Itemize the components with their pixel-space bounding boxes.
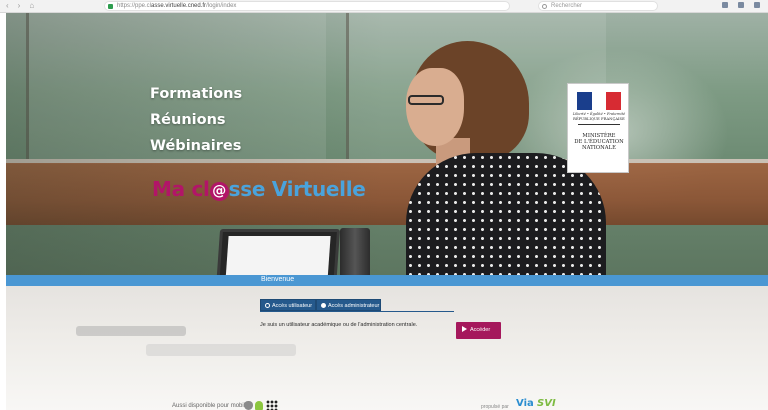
hero-line-reunions: Réunions (150, 112, 226, 128)
laptop-image (215, 229, 341, 275)
download-icon[interactable] (722, 2, 728, 8)
hero-line-webinaires: Wébinaires (150, 138, 242, 154)
mobile-availability-text: Aussi disponible pour mobile (172, 403, 249, 409)
address-text: https://ppe.classe.virtuelle.cned.fr/log… (117, 3, 237, 9)
home-icon[interactable]: ⌂ (29, 2, 34, 10)
search-icon (542, 4, 547, 9)
browser-search-input[interactable]: Rechercher (538, 1, 658, 11)
access-description: Je suis un utilisateur académique ou de … (260, 322, 418, 328)
ministry-logo: Liberté • Égalité • Fraternité RÉPUBLIQU… (567, 83, 629, 173)
thermos-image (340, 228, 370, 275)
browser-nav-buttons: ‹ › ⌂ (6, 2, 34, 10)
tab-user-access[interactable]: Accès utilisateur (260, 299, 316, 311)
forward-icon[interactable]: › (18, 2, 21, 10)
provider-prefix: propulsé par (481, 404, 509, 410)
brand-logo: Ma cl @ sse Virtuelle (152, 177, 366, 201)
lower-section (6, 286, 768, 410)
home-toolbar-icon[interactable] (738, 2, 744, 8)
ministry-divider (578, 124, 620, 125)
tab-underline (260, 311, 454, 312)
welcome-title: Bienvenue (261, 276, 295, 283)
republic-name: RÉPUBLIQUE FRANÇAISE (573, 117, 625, 121)
person-face (406, 68, 464, 146)
republic-motto: Liberté • Égalité • Fraternité (572, 112, 626, 116)
menu-icon[interactable] (754, 2, 760, 8)
play-icon (462, 325, 467, 332)
search-placeholder: Rechercher (551, 3, 583, 9)
hero-line-formations: Formations (150, 86, 243, 102)
address-bar[interactable]: https://ppe.classe.virtuelle.cned.fr/log… (104, 1, 510, 11)
desk-notebook-image (146, 344, 296, 356)
radio-user-icon (265, 302, 270, 308)
android-icon[interactable] (255, 401, 263, 410)
tab-admin-access[interactable]: Accès administrateur (316, 299, 381, 311)
hero-banner (6, 13, 768, 275)
blackberry-icon[interactable] (266, 400, 278, 410)
desk-tablet-image (76, 326, 186, 336)
apple-icon[interactable] (244, 401, 253, 410)
welcome-strip (6, 275, 768, 286)
access-button[interactable]: Accéder (456, 322, 501, 339)
back-icon[interactable]: ‹ (6, 2, 9, 10)
browser-extension-icons (722, 2, 760, 8)
browser-toolbar: ‹ › ⌂ https://ppe.classe.virtuelle.cned.… (0, 0, 768, 13)
svi-logo[interactable]: SVI (537, 398, 556, 409)
ministry-name: MINISTÈRE DE L'ÉDUCATION NATIONALE (574, 133, 624, 151)
glasses-icon (408, 95, 444, 105)
radio-admin-icon (321, 302, 326, 308)
via-logo[interactable]: Via (516, 398, 534, 409)
lock-icon (108, 4, 113, 9)
french-flag-icon (577, 92, 622, 110)
